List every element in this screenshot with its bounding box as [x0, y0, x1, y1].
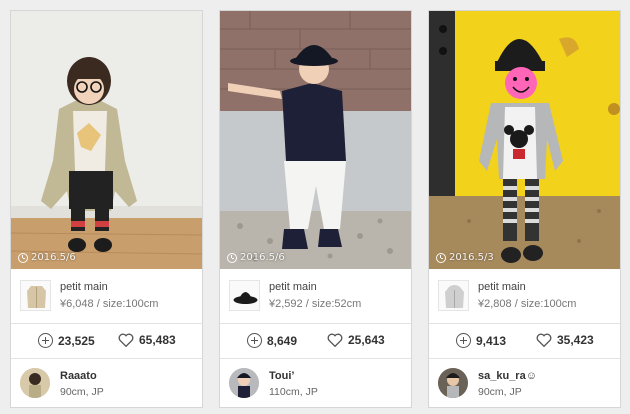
- hoodie-icon: [445, 285, 464, 308]
- user-height-country: 110cm, JP: [269, 386, 318, 398]
- like-count: 25,643: [348, 333, 385, 347]
- outfit-photo[interactable]: 2016.5/6: [220, 11, 411, 269]
- user-height-country: 90cm, JP: [60, 386, 104, 398]
- child-in-beanie-photo: [429, 11, 620, 269]
- item-row[interactable]: petit main ¥6,048 / size:100cm: [11, 269, 202, 324]
- item-row[interactable]: petit main ¥2,808 / size:100cm: [429, 269, 620, 324]
- clock-icon: [436, 252, 446, 263]
- add-count: 9,413: [476, 333, 507, 348]
- item-price-size: ¥2,808 / size:100cm: [478, 298, 577, 310]
- avatar[interactable]: [20, 368, 50, 398]
- stats-row: 9,413 35,423: [429, 324, 620, 359]
- add-button[interactable]: 23,525: [38, 333, 95, 348]
- item-brand: petit main: [269, 281, 317, 293]
- clock-icon: [18, 252, 28, 263]
- photo-date: 2016.5/3: [436, 252, 494, 263]
- stats-row: 23,525 65,483: [11, 324, 202, 359]
- hoodie-thumbnail[interactable]: [438, 280, 469, 311]
- heart-icon: [327, 333, 343, 347]
- like-button[interactable]: 65,483: [118, 333, 176, 347]
- clock-icon: [227, 252, 237, 263]
- heart-icon: [118, 333, 134, 347]
- like-count: 35,423: [557, 333, 594, 347]
- outfit-card[interactable]: 2016.5/6 petit main ¥6,048 / size:100cm …: [10, 10, 203, 408]
- plus-circle-icon: [38, 333, 53, 348]
- username[interactable]: Raaato: [60, 370, 97, 382]
- item-price-size: ¥2,592 / size:52cm: [269, 298, 362, 310]
- plus-circle-icon: [456, 333, 471, 348]
- item-brand: petit main: [60, 281, 108, 293]
- outfit-photo[interactable]: 2016.5/6: [11, 11, 202, 269]
- heart-icon: [536, 333, 552, 347]
- item-row[interactable]: petit main ¥2,592 / size:52cm: [220, 269, 411, 324]
- trench-coat-thumbnail[interactable]: [20, 280, 51, 311]
- stats-row: 8,649 25,643: [220, 324, 411, 359]
- add-count: 23,525: [58, 333, 95, 348]
- like-count: 65,483: [139, 333, 176, 347]
- user-row[interactable]: Toui’ 110cm, JP: [220, 359, 411, 407]
- plus-circle-icon: [247, 333, 262, 348]
- avatar[interactable]: [438, 368, 468, 398]
- item-brand: petit main: [478, 281, 526, 293]
- user-height-country: 90cm, JP: [478, 386, 522, 398]
- avatar[interactable]: [229, 368, 259, 398]
- add-button[interactable]: 9,413: [456, 333, 506, 348]
- child-in-bucket-hat-photo: [220, 11, 411, 269]
- coat-icon: [27, 286, 46, 308]
- hat-icon: [233, 292, 258, 304]
- item-price-size: ¥6,048 / size:100cm: [60, 298, 159, 310]
- photo-date: 2016.5/6: [18, 252, 76, 263]
- like-button[interactable]: 35,423: [536, 333, 594, 347]
- user-row[interactable]: Raaato 90cm, JP: [11, 359, 202, 407]
- username[interactable]: Toui’: [269, 370, 294, 382]
- photo-date: 2016.5/6: [227, 252, 285, 263]
- like-button[interactable]: 25,643: [327, 333, 385, 347]
- child-in-trench-coat-photo: [11, 11, 202, 269]
- bucket-hat-thumbnail[interactable]: [229, 280, 260, 311]
- outfit-card[interactable]: 2016.5/6 petit main ¥2,592 / size:52cm 8…: [219, 10, 412, 408]
- user-row[interactable]: sa_ku_ra☺ 90cm, JP: [429, 359, 620, 407]
- add-button[interactable]: 8,649: [247, 333, 297, 348]
- add-count: 8,649: [267, 333, 298, 348]
- outfit-card[interactable]: 2016.5/3 petit main ¥2,808 / size:100cm …: [428, 10, 621, 408]
- username[interactable]: sa_ku_ra☺: [478, 370, 537, 382]
- outfit-photo[interactable]: 2016.5/3: [429, 11, 620, 269]
